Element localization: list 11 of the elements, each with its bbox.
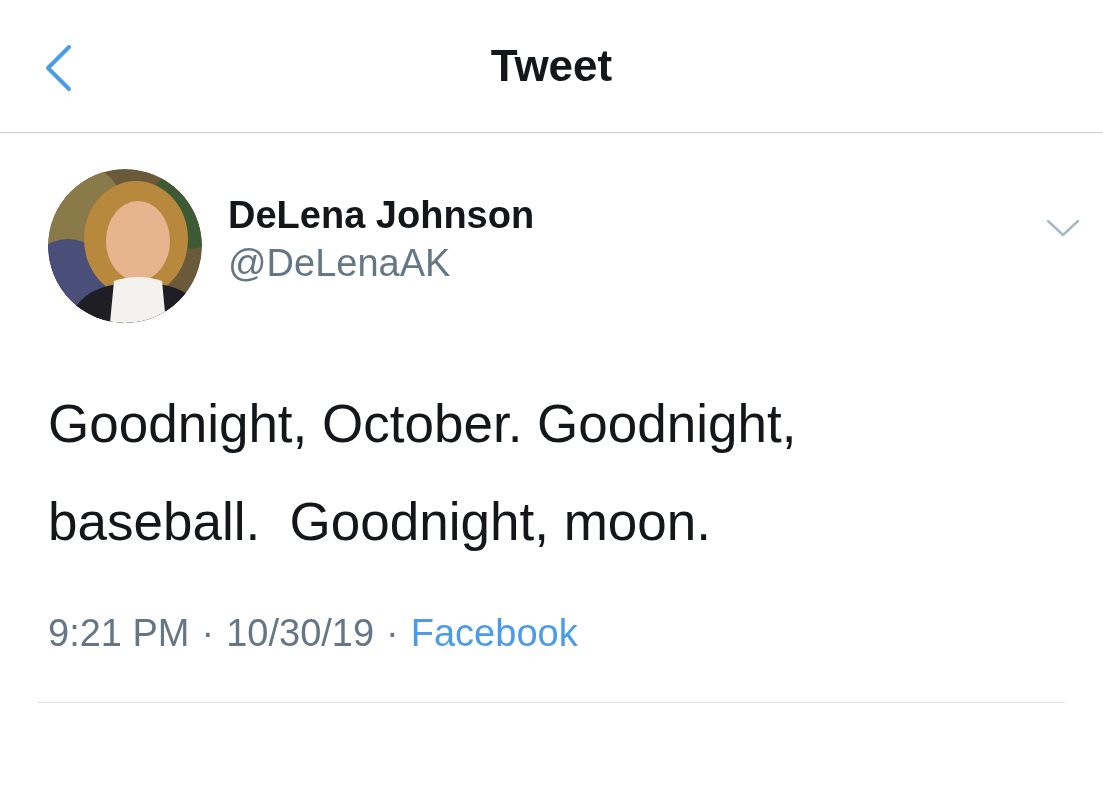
separator: · [201,611,215,656]
author-handle[interactable]: @DeLenaAK [228,239,451,287]
source-link[interactable]: Facebook [410,605,578,662]
chevron-left-icon [43,44,73,92]
chevron-down-icon [1046,219,1080,237]
separator: · [386,611,399,656]
author-name[interactable]: DeLena Johnson [228,191,535,239]
screen-title: Tweet [490,41,613,90]
timestamp: 9:21 PM [48,611,190,656]
tweet-text: Goodnight, October. Goodnight, baseball. Goodnight, moon. [48,393,798,553]
timestamp: 10/30/19 [226,611,375,656]
